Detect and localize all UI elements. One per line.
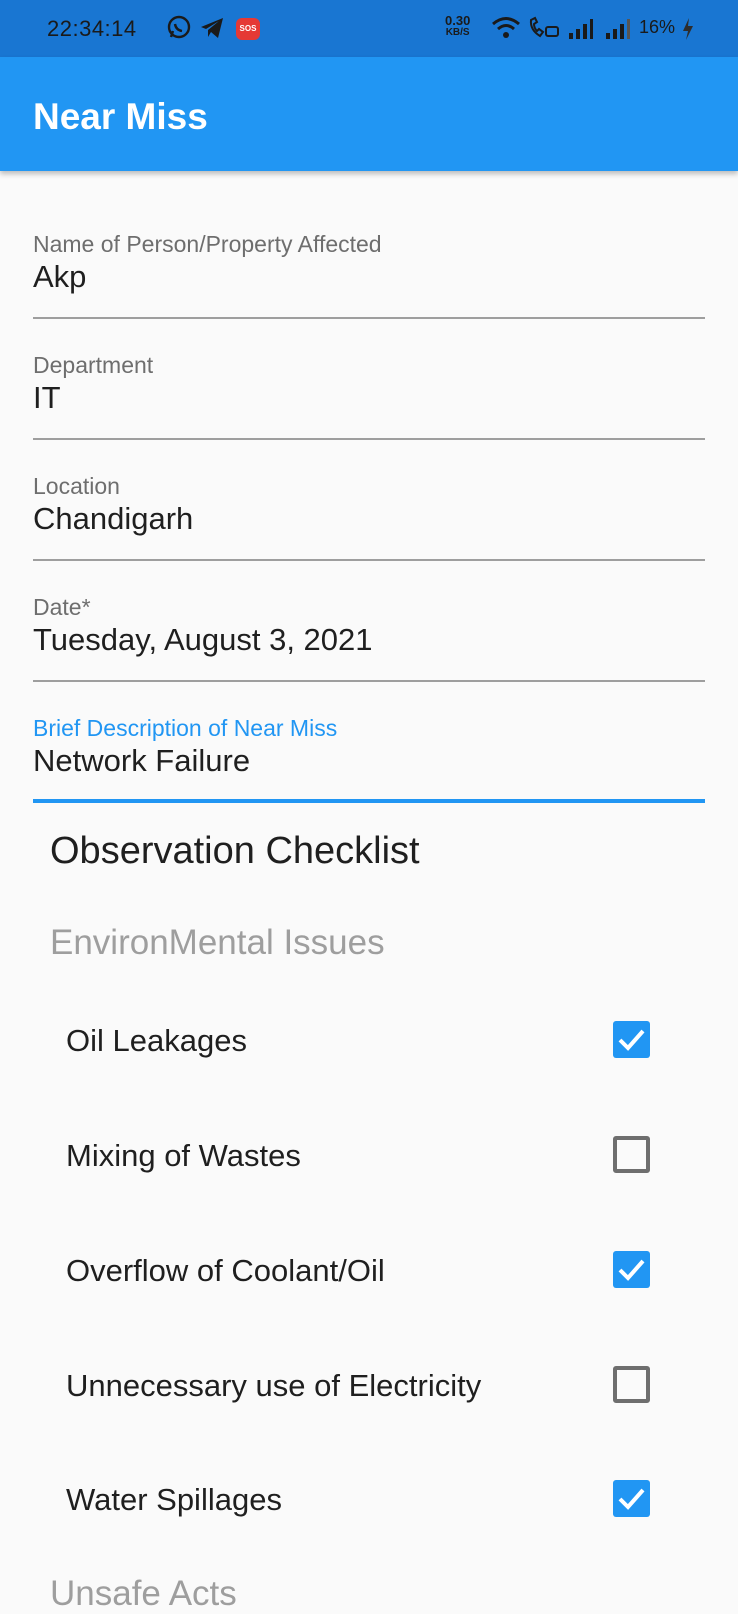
group-title-unsafe-acts: Unsafe Acts bbox=[50, 1574, 237, 1613]
checkbox-unchecked[interactable] bbox=[613, 1366, 650, 1403]
charging-icon bbox=[681, 17, 695, 46]
field-underline bbox=[33, 559, 705, 561]
whatsapp-icon bbox=[166, 14, 192, 45]
description-field[interactable]: Brief Description of Near Miss Network F… bbox=[33, 715, 705, 815]
field-underline bbox=[33, 680, 705, 682]
location-value[interactable]: Chandigarh bbox=[33, 501, 193, 537]
signal-sim1-icon bbox=[568, 18, 594, 45]
network-speed-value: 0.30 bbox=[445, 13, 471, 28]
checklist-item[interactable]: Unnecessary use of Electricity bbox=[66, 1356, 666, 1416]
checklist-item-label: Water Spillages bbox=[66, 1482, 282, 1517]
checklist-title: Observation Checklist bbox=[50, 830, 420, 872]
status-bar: 22:34:14 SOS 0.30 KB/S 16% bbox=[0, 0, 738, 57]
description-label: Brief Description of Near Miss bbox=[33, 715, 338, 741]
department-label: Department bbox=[33, 352, 154, 378]
network-speed-unit: KB/S bbox=[445, 27, 470, 38]
status-time: 22:34:14 bbox=[47, 16, 137, 41]
battery-level: 16% bbox=[639, 17, 676, 37]
field-underline bbox=[33, 438, 705, 440]
checkbox-checked[interactable] bbox=[613, 1480, 650, 1517]
date-value[interactable]: Tuesday, August 3, 2021 bbox=[33, 622, 373, 658]
field-underline-focused bbox=[33, 799, 705, 803]
checklist-item-label: Mixing of Wastes bbox=[66, 1138, 301, 1173]
checklist-item-label: Unnecessary use of Electricity bbox=[66, 1368, 482, 1403]
field-underline bbox=[33, 317, 705, 319]
date-field[interactable]: Date* Tuesday, August 3, 2021 bbox=[33, 594, 705, 694]
sos-icon: SOS bbox=[236, 18, 260, 40]
description-value[interactable]: Network Failure bbox=[33, 743, 250, 779]
location-label: Location bbox=[33, 473, 120, 499]
person-affected-label: Name of Person/Property Affected bbox=[33, 231, 382, 257]
checkbox-checked[interactable] bbox=[613, 1021, 650, 1058]
wifi-icon bbox=[491, 16, 521, 45]
checklist-item-label: Overflow of Coolant/Oil bbox=[66, 1253, 385, 1288]
network-speed: 0.30 KB/S bbox=[445, 14, 470, 38]
signal-sim2-icon bbox=[605, 18, 631, 45]
date-label: Date* bbox=[33, 594, 91, 620]
department-value[interactable]: IT bbox=[33, 380, 61, 416]
department-field[interactable]: Department IT bbox=[33, 352, 705, 452]
app-bar: Near Miss bbox=[0, 57, 738, 171]
checkbox-unchecked[interactable] bbox=[613, 1136, 650, 1173]
person-affected-field[interactable]: Name of Person/Property Affected Akp bbox=[33, 231, 705, 331]
checklist-item[interactable]: Water Spillages bbox=[66, 1470, 666, 1530]
location-field[interactable]: Location Chandigarh bbox=[33, 473, 705, 573]
checkbox-checked[interactable] bbox=[613, 1251, 650, 1288]
checklist-item[interactable]: Mixing of Wastes bbox=[66, 1126, 666, 1186]
page-title: Near Miss bbox=[33, 96, 208, 137]
checklist-item[interactable]: Overflow of Coolant/Oil bbox=[66, 1241, 666, 1301]
volte-call-icon bbox=[528, 16, 560, 45]
checklist-item[interactable]: Oil Leakages bbox=[66, 1011, 666, 1071]
checklist-item-label: Oil Leakages bbox=[66, 1023, 247, 1058]
group-title-environmental: EnvironMental Issues bbox=[50, 923, 385, 962]
person-affected-value[interactable]: Akp bbox=[33, 259, 86, 295]
telegram-icon bbox=[200, 17, 224, 44]
